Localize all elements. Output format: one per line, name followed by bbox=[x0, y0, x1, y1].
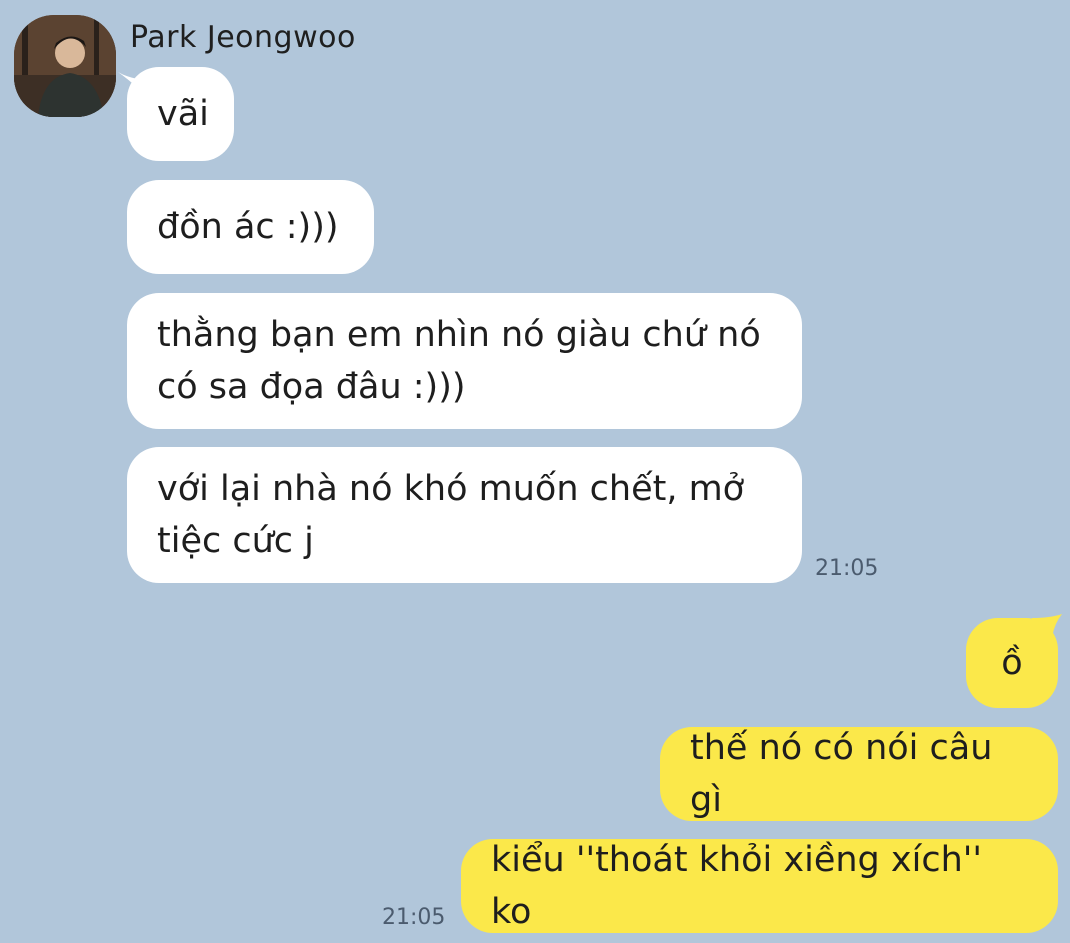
message-text: thế nó có nói câu gì bbox=[690, 728, 993, 820]
message-text: ồ bbox=[1001, 643, 1023, 683]
sender-name: Park Jeongwoo bbox=[130, 20, 356, 55]
profile-photo-icon bbox=[14, 15, 116, 117]
outgoing-message-3[interactable]: kiểu ''thoát khỏi xiềng xích'' ko bbox=[461, 839, 1058, 933]
outgoing-message-1[interactable]: ồ bbox=[966, 618, 1058, 708]
incoming-message-4[interactable]: với lại nhà nó khó muốn chết, mở tiệc cứ… bbox=[127, 447, 802, 583]
avatar[interactable] bbox=[14, 15, 116, 117]
incoming-message-1[interactable]: vãi bbox=[127, 67, 234, 161]
outgoing-timestamp: 21:05 bbox=[382, 905, 446, 930]
message-text: kiểu ''thoát khỏi xiềng xích'' ko bbox=[491, 840, 983, 932]
message-text: đồn ác :))) bbox=[157, 207, 339, 247]
outgoing-message-2[interactable]: thế nó có nói câu gì bbox=[660, 727, 1058, 821]
incoming-message-3[interactable]: thằng bạn em nhìn nó giàu chứ nó có sa đ… bbox=[127, 293, 802, 429]
incoming-message-2[interactable]: đồn ác :))) bbox=[127, 180, 374, 274]
message-text: vãi bbox=[157, 94, 209, 134]
message-text: với lại nhà nó khó muốn chết, mở tiệc cứ… bbox=[157, 469, 745, 561]
message-text: thằng bạn em nhìn nó giàu chứ nó có sa đ… bbox=[157, 315, 761, 407]
incoming-timestamp: 21:05 bbox=[815, 556, 879, 581]
